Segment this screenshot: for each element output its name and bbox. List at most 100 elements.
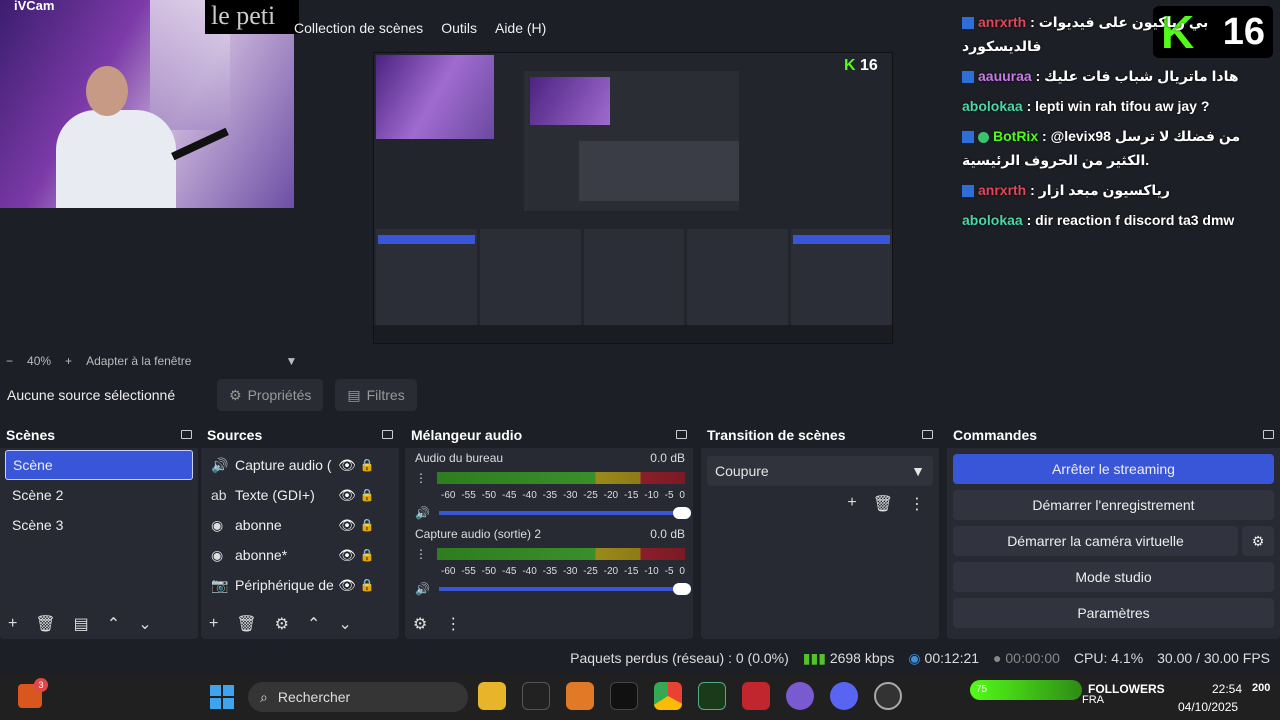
zoom-fit-select[interactable]: Adapter à la fenêtre <box>86 354 191 368</box>
undock-icon[interactable] <box>922 430 933 439</box>
clock-time[interactable]: 22:54 <box>1212 682 1242 696</box>
scene-item[interactable]: Scène <box>5 450 193 480</box>
transitions-dock: Transition de scènes Coupure ▼ + 🗑 ⋮ <box>701 421 939 639</box>
undock-icon[interactable] <box>676 430 687 439</box>
more-icon[interactable]: ⋮ <box>415 471 433 485</box>
source-item[interactable]: ◉ abonne 👁 🔒 <box>201 510 399 540</box>
studio-mode-button[interactable]: Mode studio <box>953 562 1274 592</box>
person-head <box>86 66 128 116</box>
clock-date[interactable]: 04/10/2025 <box>1178 700 1238 714</box>
arrow-up-icon[interactable]: ⌃ <box>107 614 120 634</box>
trash-icon[interactable]: 🗑 <box>236 614 256 634</box>
arrow-up-icon[interactable]: ⌃ <box>307 614 320 634</box>
undock-icon[interactable] <box>1263 430 1274 439</box>
app-icon[interactable] <box>742 682 770 710</box>
speaker-icon[interactable]: 🔊 <box>415 582 433 596</box>
virtual-camera-button[interactable]: Démarrer la caméra virtuelle <box>953 526 1238 556</box>
browser-icon: ◉ <box>211 516 224 533</box>
volume-slider[interactable] <box>439 583 691 595</box>
scale-tick: -50 <box>481 566 497 577</box>
lock-icon[interactable]: 🔒 <box>359 488 375 502</box>
taskbar-search[interactable]: ⌕ Rechercher <box>248 682 468 712</box>
chat-text: : lepti win rah tifou aw jay ? <box>1026 98 1210 114</box>
source-item[interactable]: ◉ abonne* 👁 🔒 <box>201 540 399 570</box>
chevron-down-icon[interactable]: ▼ <box>285 354 297 368</box>
chat-overlay: anrxrth : بي رياكيون على فيديوات فالديسك… <box>962 10 1272 238</box>
add-icon[interactable]: + <box>209 615 218 633</box>
cam-app-title: iVCam <box>14 0 55 13</box>
chat-message: anrxrth : بي رياكيون على فيديوات فالديسك… <box>962 10 1272 58</box>
filter-icon[interactable]: ▤ <box>74 614 89 634</box>
zoom-in-button[interactable]: + <box>65 354 72 368</box>
source-item[interactable]: ab Texte (GDI+) 👁 🔒 <box>201 480 399 510</box>
scene-item[interactable]: Scène 3 <box>5 510 193 540</box>
slider-knob[interactable] <box>673 507 691 519</box>
speaker-icon[interactable]: 🔊 <box>415 506 433 520</box>
lock-icon[interactable]: 🔒 <box>359 518 375 532</box>
visibility-icon[interactable]: 👁 <box>335 457 359 474</box>
filters-button[interactable]: ▤ Filtres <box>335 379 417 411</box>
menu-help[interactable]: Aide (H) <box>495 20 546 36</box>
epic-games-icon[interactable] <box>522 682 550 710</box>
chat-username: BotRix <box>993 128 1039 144</box>
obs-icon[interactable] <box>874 682 902 710</box>
visibility-icon[interactable]: 👁 <box>335 547 359 564</box>
arrow-down-icon[interactable]: ⌄ <box>338 614 351 634</box>
undock-icon[interactable] <box>181 430 192 439</box>
zoom-bar: − 40% + Adapter à la fenêtre ▼ <box>0 352 1280 370</box>
zoom-out-button[interactable]: − <box>6 354 13 368</box>
properties-button[interactable]: ⚙ Propriétés <box>217 379 324 411</box>
more-icon[interactable]: ⋮ <box>415 547 433 561</box>
menu-tools[interactable]: Outils <box>441 20 477 36</box>
scale-tick: -55 <box>461 490 476 501</box>
settings-button[interactable]: Paramètres <box>953 598 1274 628</box>
lock-icon[interactable]: 🔒 <box>359 548 375 562</box>
transition-select[interactable]: Coupure ▼ <box>707 456 933 486</box>
virtual-camera-settings-button[interactable]: ⚙ <box>1242 526 1274 556</box>
scale-tick: -60 <box>441 490 456 501</box>
windows-start-icon[interactable] <box>210 685 234 709</box>
chat-message: anrxrth : رياكسيون مبعد ازار <box>962 178 1272 202</box>
source-item[interactable]: 🔊 Capture audio (👁 🔒 <box>201 450 399 480</box>
app-icon[interactable]: 3 <box>18 678 48 708</box>
add-icon[interactable]: + <box>847 494 856 514</box>
app-icon[interactable] <box>566 682 594 710</box>
language-indicator[interactable]: FRA <box>1082 694 1104 706</box>
messenger-icon[interactable] <box>786 682 814 710</box>
slider-knob[interactable] <box>673 583 691 595</box>
lock-icon[interactable]: 🔒 <box>359 578 375 592</box>
trash-icon[interactable]: 🗑 <box>35 614 55 634</box>
visibility-icon[interactable]: 👁 <box>335 577 359 594</box>
trash-icon[interactable]: 🗑 <box>873 494 893 514</box>
more-icon[interactable]: ⋮ <box>445 614 461 634</box>
visibility-icon[interactable]: 👁 <box>335 487 359 504</box>
volume-slider[interactable] <box>439 507 691 519</box>
preview-canvas[interactable]: iVCam le peti Collection de scènes Outil… <box>0 0 1280 352</box>
source-name: Capture audio ( <box>235 457 332 473</box>
vegas-icon[interactable] <box>698 682 726 710</box>
more-icon[interactable]: ⋮ <box>909 494 925 514</box>
lock-icon[interactable]: 🔒 <box>359 458 375 472</box>
discord-icon[interactable] <box>830 682 858 710</box>
tiktok-icon[interactable] <box>610 682 638 710</box>
gear-icon[interactable]: ⚙ <box>275 614 289 634</box>
start-recording-button[interactable]: Démarrer l'enregistrement <box>953 490 1274 520</box>
stop-streaming-button[interactable]: Arrêter le streaming <box>953 454 1274 484</box>
undock-icon[interactable] <box>382 430 393 439</box>
dropped-frames: Paquets perdus (réseau) : 0 (0.0%) <box>570 650 789 666</box>
source-item[interactable]: 📷 Périphérique de 👁 🔒 <box>201 570 399 600</box>
arrow-down-icon[interactable]: ⌄ <box>138 614 151 634</box>
audio-mixer-dock: Mélangeur audio Audio du bureau 0.0 dB ⋮ -6… <box>405 421 693 639</box>
file-explorer-icon[interactable] <box>478 682 506 710</box>
visibility-icon[interactable]: 👁 <box>335 517 359 534</box>
settings-icon[interactable]: ⚙ <box>413 614 427 634</box>
menu-scene-collection[interactable]: Collection de scènes <box>294 20 423 36</box>
scale-tick: -55 <box>461 566 476 577</box>
scale-tick: -25 <box>583 566 598 577</box>
scene-item[interactable]: Scène 2 <box>5 480 193 510</box>
source-name: abonne* <box>235 547 288 563</box>
scale-tick: -60 <box>441 566 456 577</box>
chat-username: aauuraa <box>978 68 1032 84</box>
chrome-icon[interactable] <box>654 682 682 710</box>
add-icon[interactable]: + <box>8 615 17 633</box>
